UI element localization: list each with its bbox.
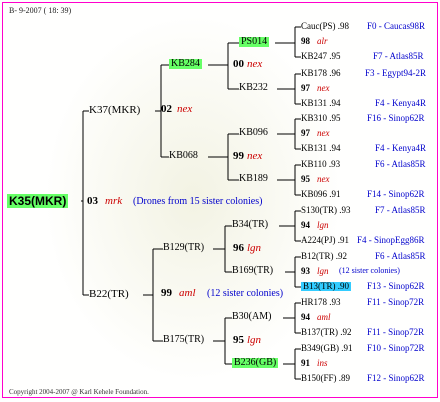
gp-type-8: ins (317, 358, 328, 368)
gp-left-12[interactable]: B13(TR) .90 (301, 282, 351, 291)
dam-type: aml (179, 287, 196, 299)
gp-type-5: lgn (317, 220, 329, 230)
gp-right-14: F11 - Sinop72R (367, 327, 425, 337)
gp-left-8[interactable]: KB096 .91 (301, 190, 341, 199)
gp-type-2: nex (317, 83, 330, 93)
gp-left-11[interactable]: B12(TR) .92 (301, 252, 347, 261)
kb068-year: 99 (233, 150, 244, 162)
copyright-footer: Copyright 2004-2007 @ Karl Kehele Founda… (9, 388, 149, 396)
gp-type-6: lgn (317, 266, 329, 276)
gp-left-13[interactable]: HR178 .93 (301, 298, 341, 307)
gp-left-6[interactable]: KB131 .94 (301, 144, 341, 153)
kb068-type: nex (247, 150, 263, 162)
gp-right-11: F6 - Atlas85R (375, 251, 426, 261)
kb096-queen[interactable]: KB096 (239, 128, 268, 138)
gp-left-3[interactable]: KB178 .96 (301, 69, 341, 78)
gp-right-6: F4 - Kenya4R (375, 143, 426, 153)
b129-type: lgn (247, 242, 262, 254)
gp-left-15[interactable]: B349(GB) .91 (301, 344, 353, 353)
sire-year: 02 (161, 103, 172, 115)
gp-year-6: 93 (301, 266, 310, 276)
b169-queen[interactable]: B169(TR) (232, 266, 273, 276)
gp-left-4[interactable]: KB131 .94 (301, 99, 341, 108)
gp-right-3: F3 - Egypt94-2R (365, 68, 427, 78)
kb284-type: nex (247, 58, 263, 70)
gp-note-6: (12 sister colonies) (339, 266, 400, 275)
gp-right-12: F13 - Sinop62R (367, 281, 425, 291)
root-type: mrk (105, 195, 123, 207)
gp-left-2[interactable]: KB247 .95 (301, 52, 341, 61)
dam-note: (12 sister colonies) (207, 288, 284, 299)
kb232-queen[interactable]: KB232 (239, 83, 268, 93)
gp-left-16[interactable]: B150(FF) .89 (301, 374, 350, 383)
gp-right-1: F0 - Caucas98R (367, 21, 425, 31)
gp-left-9[interactable]: S130(TR) .93 (301, 206, 351, 215)
gp-right-5: F16 - Sinop62R (367, 113, 425, 123)
b175-queen[interactable]: B175(TR) (163, 335, 204, 345)
gp-right-8: F14 - Sinop62R (367, 189, 425, 199)
gp-left-7[interactable]: KB110 .93 (301, 160, 340, 169)
b175-year: 95 (233, 334, 244, 346)
b175-type: lgn (247, 334, 262, 346)
gp-right-10: F4 - SinopEgg86R (357, 235, 425, 245)
gp-type-3: nex (317, 128, 330, 138)
b236-queen[interactable]: B236(GB) (232, 358, 279, 368)
gp-right-15: F10 - Sinop72R (367, 343, 425, 353)
gp-type-7: aml (317, 312, 331, 322)
b129-queen[interactable]: B129(TR) (163, 243, 204, 253)
gp-year-3: 97 (301, 128, 310, 138)
gp-year-2: 97 (301, 83, 310, 93)
gp-left-1[interactable]: Cauc(PS) .98 (301, 22, 349, 31)
pedigree-frame: B- 9-2007 ( 18: 39) K35(MKR) 03 mrk (Dro… (2, 2, 438, 398)
kb189-queen[interactable]: KB189 (239, 174, 268, 184)
gp-year-5: 94 (301, 220, 310, 230)
gp-left-14[interactable]: B137(TR) .92 (301, 328, 352, 337)
gp-type-4: nex (317, 174, 330, 184)
kb068-queen[interactable]: KB068 (169, 151, 198, 161)
gp-year-7: 94 (301, 312, 310, 322)
root-year: 03 (87, 195, 98, 207)
gp-right-16: F12 - Sinop62R (367, 373, 425, 383)
print-date: B- 9-2007 ( 18: 39) (9, 6, 72, 15)
gp-right-9: F7 - Atlas85R (375, 205, 426, 215)
root-queen[interactable]: K35(MKR) (7, 194, 69, 208)
gp-left-10[interactable]: A224(PJ) .91 (301, 236, 349, 245)
b34-queen[interactable]: B34(TR) (232, 220, 268, 230)
sire-type: nex (177, 103, 193, 115)
b129-year: 96 (233, 242, 244, 254)
gp-year-1: 98 (301, 36, 310, 46)
sire-queen[interactable]: K37(MKR) (89, 105, 140, 116)
dam-queen[interactable]: B22(TR) (89, 289, 129, 300)
ps014-queen[interactable]: PS014 (239, 37, 270, 47)
kb284-queen[interactable]: KB284 (169, 59, 202, 69)
b30-queen[interactable]: B30(AM) (232, 312, 271, 322)
gp-year-8: 91 (301, 358, 310, 368)
gp-left-5[interactable]: KB310 .95 (301, 114, 341, 123)
gp-right-7: F6 - Atlas85R (375, 159, 426, 169)
gp-right-4: F4 - Kenya4R (375, 98, 426, 108)
dam-year: 99 (161, 287, 172, 299)
gp-type-1: alr (317, 36, 328, 46)
root-note: (Drones from 15 sister colonies) (133, 196, 263, 207)
gp-right-13: F11 - Sinop72R (367, 297, 425, 307)
kb284-year: 00 (233, 58, 244, 70)
gp-year-4: 95 (301, 174, 310, 184)
gp-right-2: F7 - Atlas85R (373, 51, 424, 61)
